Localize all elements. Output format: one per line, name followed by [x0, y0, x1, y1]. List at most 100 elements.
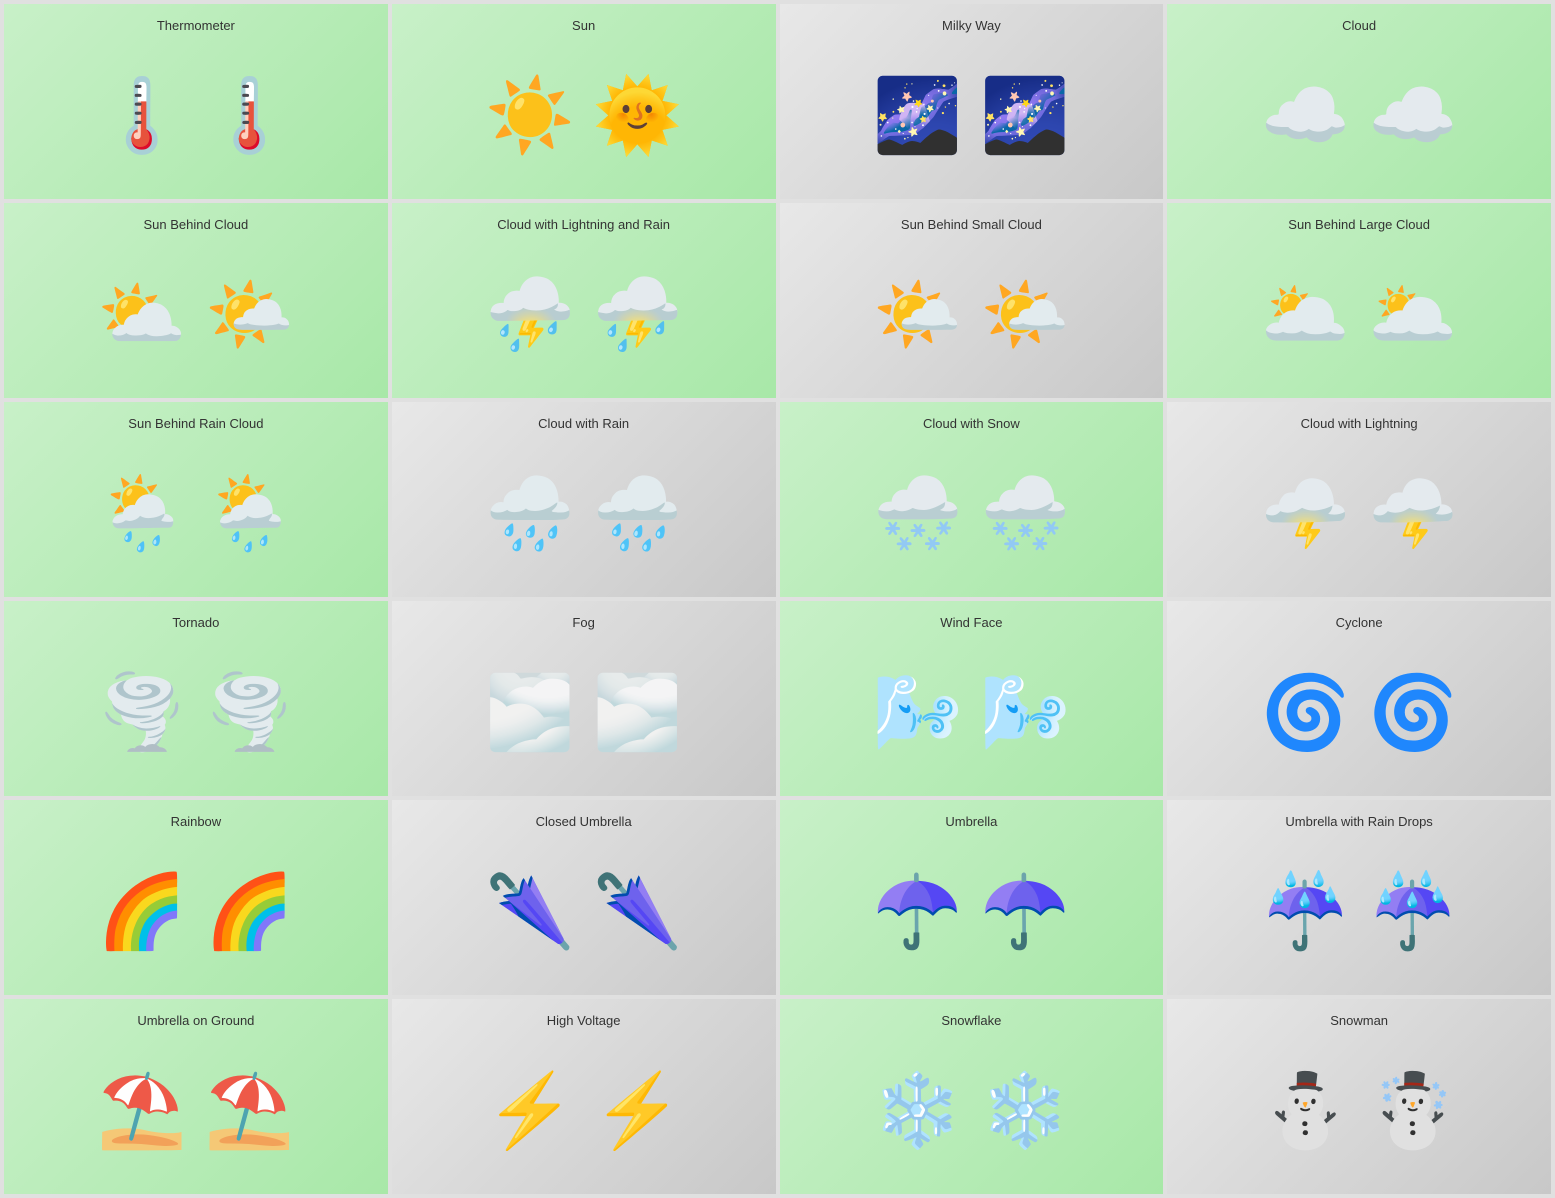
emoji-20-1: ⛱️	[205, 1075, 295, 1147]
emoji-row-9: 🌧️🌧️	[485, 441, 682, 587]
emoji-17-1: 🌂	[593, 876, 683, 948]
cell-title-22: Snowflake	[941, 1013, 1001, 1028]
cell-title-17: Closed Umbrella	[536, 814, 632, 829]
cell-title-7: Sun Behind Large Cloud	[1288, 217, 1430, 232]
emoji-12-1: 🌪️	[205, 677, 295, 749]
emoji-8-1: 🌦️	[205, 478, 295, 550]
emoji-4-1: 🌤️	[205, 279, 295, 351]
emoji-cell-11: Cloud with Lightning 🌩️🌩️	[1167, 402, 1551, 597]
emoji-cell-3: Cloud ☁️☁️	[1167, 4, 1551, 199]
cell-title-14: Wind Face	[940, 615, 1002, 630]
cell-title-1: Sun	[572, 18, 595, 33]
emoji-cell-21: High Voltage ⚡⚡	[392, 999, 776, 1194]
emoji-1-0: ☀️	[485, 80, 575, 152]
cell-title-23: Snowman	[1330, 1013, 1388, 1028]
emoji-row-16: 🌈🌈	[97, 839, 294, 985]
emoji-row-0: 🌡️🌡️	[97, 43, 294, 189]
emoji-9-1: 🌧️	[593, 478, 683, 550]
emoji-22-0: ❄️	[873, 1075, 963, 1147]
emoji-row-5: ⛈️⛈️	[485, 242, 682, 388]
cell-title-8: Sun Behind Rain Cloud	[128, 416, 263, 431]
emoji-4-0: ⛅	[97, 279, 187, 351]
cell-title-18: Umbrella	[945, 814, 997, 829]
emoji-21-1: ⚡	[593, 1075, 683, 1147]
emoji-6-0: 🌤️	[873, 279, 963, 351]
emoji-cell-17: Closed Umbrella 🌂🌂	[392, 800, 776, 995]
cell-title-4: Sun Behind Cloud	[143, 217, 248, 232]
emoji-cell-19: Umbrella with Rain Drops☔☔	[1167, 800, 1551, 995]
emoji-3-0: ☁️	[1260, 80, 1350, 152]
cell-title-5: Cloud with Lightning and Rain	[497, 217, 670, 232]
emoji-cell-7: Sun Behind Large Cloud 🌥️🌥️	[1167, 203, 1551, 398]
emoji-10-0: 🌨️	[873, 478, 963, 550]
emoji-19-1: ☔	[1368, 876, 1458, 948]
emoji-1-1: 🌞	[593, 80, 683, 152]
emoji-cell-6: Sun Behind Small Cloud 🌤️🌤️	[780, 203, 1164, 398]
emoji-row-23: ⛄☃️	[1260, 1038, 1457, 1184]
cell-title-3: Cloud	[1342, 18, 1376, 33]
cell-title-2: Milky Way	[942, 18, 1001, 33]
emoji-15-1: 🌀	[1368, 677, 1458, 749]
emoji-0-1: 🌡️	[205, 80, 295, 152]
emoji-cell-14: Wind Face 🌬️🌬️	[780, 601, 1164, 796]
emoji-7-0: 🌥️	[1260, 279, 1350, 351]
emoji-row-10: 🌨️🌨️	[873, 441, 1070, 587]
emoji-cell-9: Cloud with Rain 🌧️🌧️	[392, 402, 776, 597]
emoji-row-14: 🌬️🌬️	[873, 640, 1070, 786]
emoji-row-12: 🌪️🌪️	[97, 640, 294, 786]
emoji-16-0: 🌈	[97, 876, 187, 948]
emoji-2-0: 🌌	[873, 80, 963, 152]
cell-title-20: Umbrella on Ground	[137, 1013, 254, 1028]
emoji-cell-15: Cyclone🌀🌀	[1167, 601, 1551, 796]
emoji-row-17: 🌂🌂	[485, 839, 682, 985]
emoji-row-20: ⛱️⛱️	[97, 1038, 294, 1184]
emoji-row-11: 🌩️🌩️	[1260, 441, 1457, 587]
emoji-14-0: 🌬️	[873, 677, 963, 749]
emoji-17-0: 🌂	[485, 876, 575, 948]
cell-title-10: Cloud with Snow	[923, 416, 1020, 431]
emoji-21-0: ⚡	[485, 1075, 575, 1147]
emoji-row-21: ⚡⚡	[485, 1038, 682, 1184]
emoji-cell-10: Cloud with Snow 🌨️🌨️	[780, 402, 1164, 597]
emoji-row-15: 🌀🌀	[1260, 640, 1457, 786]
cell-title-12: Tornado	[172, 615, 219, 630]
emoji-6-1: 🌤️	[980, 279, 1070, 351]
emoji-cell-4: Sun Behind Cloud ⛅🌤️	[4, 203, 388, 398]
cell-title-6: Sun Behind Small Cloud	[901, 217, 1042, 232]
emoji-13-1: 🌫️	[593, 677, 683, 749]
emoji-7-1: 🌥️	[1368, 279, 1458, 351]
cell-title-11: Cloud with Lightning	[1301, 416, 1418, 431]
emoji-14-1: 🌬️	[980, 677, 1070, 749]
emoji-cell-1: Sun ☀️🌞	[392, 4, 776, 199]
emoji-cell-12: Tornado 🌪️🌪️	[4, 601, 388, 796]
emoji-11-0: 🌩️	[1260, 478, 1350, 550]
emoji-cell-16: Rainbow🌈🌈	[4, 800, 388, 995]
emoji-cell-20: Umbrella on Ground ⛱️⛱️	[4, 999, 388, 1194]
cell-title-21: High Voltage	[547, 1013, 621, 1028]
emoji-row-7: 🌥️🌥️	[1260, 242, 1457, 388]
emoji-cell-18: Umbrella ☂️☂️	[780, 800, 1164, 995]
emoji-5-0: ⛈️	[485, 279, 575, 351]
emoji-18-0: ☂️	[873, 876, 963, 948]
emoji-9-0: 🌧️	[485, 478, 575, 550]
emoji-row-2: 🌌🌌	[873, 43, 1070, 189]
emoji-cell-0: Thermometer🌡️🌡️	[4, 4, 388, 199]
emoji-12-0: 🌪️	[97, 677, 187, 749]
emoji-row-3: ☁️☁️	[1260, 43, 1457, 189]
cell-title-9: Cloud with Rain	[538, 416, 629, 431]
emoji-13-0: 🌫️	[485, 677, 575, 749]
emoji-row-18: ☂️☂️	[873, 839, 1070, 985]
emoji-row-1: ☀️🌞	[485, 43, 682, 189]
emoji-3-1: ☁️	[1368, 80, 1458, 152]
emoji-20-0: ⛱️	[97, 1075, 187, 1147]
emoji-grid: Thermometer🌡️🌡️ Sun ☀️🌞 Milky Way 🌌🌌 Cloud ☁️☁…	[0, 0, 1555, 1198]
cell-title-13: Fog	[572, 615, 594, 630]
emoji-row-4: ⛅🌤️	[97, 242, 294, 388]
emoji-cell-2: Milky Way 🌌🌌	[780, 4, 1164, 199]
emoji-10-1: 🌨️	[980, 478, 1070, 550]
emoji-15-0: 🌀	[1260, 677, 1350, 749]
emoji-2-1: 🌌	[980, 80, 1070, 152]
emoji-cell-13: Fog 🌫️🌫️	[392, 601, 776, 796]
emoji-row-19: ☔☔	[1260, 839, 1457, 985]
emoji-19-0: ☔	[1260, 876, 1350, 948]
